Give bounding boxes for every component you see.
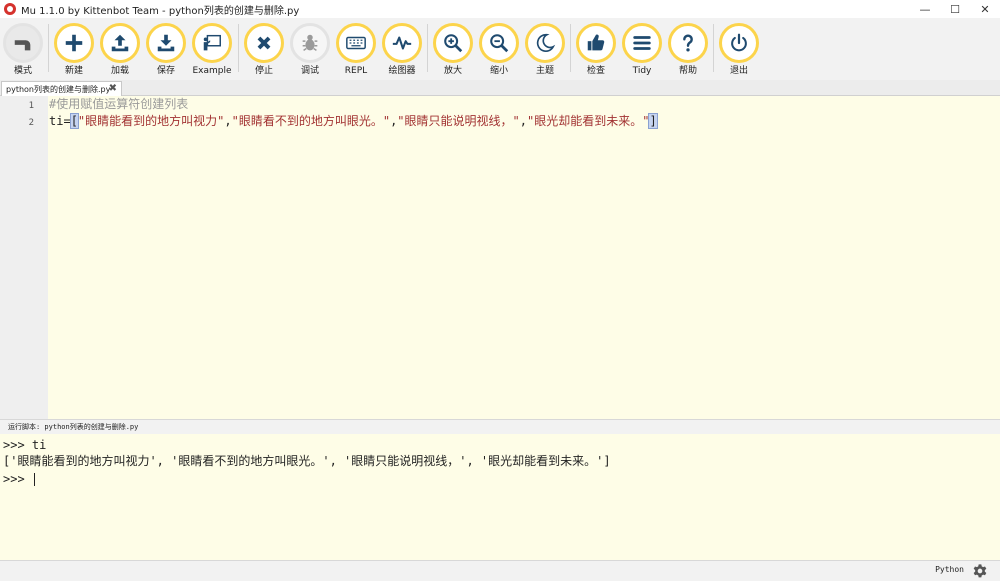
keyboard-icon [336,23,376,63]
help-label: 帮助 [678,66,697,76]
upload-icon [100,23,140,63]
pulse-icon [382,23,422,63]
mode-icon [3,23,43,63]
bug-icon [290,23,330,63]
power-icon [719,23,759,63]
new-button[interactable]: 新建 [49,23,99,81]
plotter-label: 绘图器 [388,66,416,76]
string-token: "眼睛看不到的地方叫眼光。" [231,114,391,128]
new-label: 新建 [64,66,83,76]
title-bar: Mu 1.1.0 by Kittenbot Team - python列表的创建… [0,0,1000,18]
code-line-2: ti=["眼睛能看到的地方叫视力","眼睛看不到的地方叫眼光。","眼睛只能说明… [49,113,658,129]
status-bar: Python [0,560,1000,581]
load-label: 加载 [110,66,129,76]
quit-button[interactable]: 退出 [714,23,764,81]
lines-icon [622,23,662,63]
download-icon [146,23,186,63]
check-button[interactable]: 检查 [571,23,621,81]
code-editor[interactable]: 1 2 #使用赋值运算符创建列表 ti=["眼睛能看到的地方叫视力","眼睛看不… [0,96,1000,419]
load-button[interactable]: 加载 [95,23,145,81]
stop-label: 停止 [254,66,273,76]
example-button[interactable]: Example [187,23,237,81]
plus-icon [54,23,94,63]
mode-button[interactable]: 模式 [0,23,48,81]
maximize-button[interactable]: ☐ [940,0,970,18]
tidy-label: Tidy [632,66,652,76]
code-line-1: #使用赋值运算符创建列表 [49,97,189,111]
zoom-in-icon [433,23,473,63]
tidy-button[interactable]: Tidy [617,23,667,81]
repl-prompt: >>> [3,472,32,486]
text-cursor [33,473,35,486]
zoom-out-label: 缩小 [489,66,508,76]
quit-label: 退出 [729,66,748,76]
moon-icon [525,23,565,63]
mu-app-icon [4,3,16,15]
code-token: , [519,114,527,128]
stop-button[interactable]: 停止 [239,23,289,81]
runner-label: 运行脚本: python列表的创建与删除.py [0,419,1000,434]
tab-label: python列表的创建与删除.py [6,84,111,94]
repl-prompt-line[interactable]: >>> [3,471,35,487]
repl-output-line: ['眼睛能看到的地方叫视力', '眼睛看不到的地方叫眼光。', '眼睛只能说明视… [3,454,611,468]
mode-label: 模式 [13,66,32,76]
zoom-in-button[interactable]: 放大 [428,23,478,81]
toolbar: 模式 新建 加载 保存 Example 停止 调试 REPL 绘图器 放大 缩小… [0,18,1000,80]
debug-label: 调试 [300,66,319,76]
example-label: Example [192,66,232,76]
tab-close-icon[interactable]: ✖ [109,83,117,94]
code-token: , [224,114,232,128]
line-number: 2 [28,118,34,128]
plotter-button[interactable]: 绘图器 [377,23,427,81]
gear-icon[interactable] [972,563,988,579]
x-icon [244,23,284,63]
line-number: 1 [28,101,34,111]
check-label: 检查 [586,66,605,76]
repl-pane[interactable]: >>> ti ['眼睛能看到的地方叫视力', '眼睛看不到的地方叫眼光。', '… [0,434,1000,560]
thumbs-up-icon [576,23,616,63]
question-icon [668,23,708,63]
repl-button[interactable]: REPL [331,23,381,81]
bracket-highlight: [ [69,113,79,129]
string-token: "眼睛能看到的地方叫视力" [77,114,225,128]
theme-label: 主题 [535,66,554,76]
repl-input-line: >>> ti [3,438,47,452]
tab-bar: python列表的创建与删除.py ✖ [0,80,1000,96]
help-button[interactable]: 帮助 [663,23,713,81]
zoom-out-icon [479,23,519,63]
string-token: "眼光却能看到未来。" [526,114,650,128]
string-token: "眼睛只能说明视线，" [397,114,520,128]
window-title: Mu 1.1.0 by Kittenbot Team - python列表的创建… [21,5,300,17]
bracket-highlight: ] [648,113,658,129]
code-token: ti= [49,114,71,128]
window-controls: — ☐ ✕ [910,0,1000,18]
save-label: 保存 [156,66,175,76]
zoom-in-label: 放大 [443,66,462,76]
close-button[interactable]: ✕ [970,0,1000,18]
tab-python-file[interactable]: python列表的创建与删除.py ✖ [1,81,122,96]
save-button[interactable]: 保存 [141,23,191,81]
presentation-icon [192,23,232,63]
minimize-button[interactable]: — [910,0,940,18]
mode-indicator[interactable]: Python [935,565,964,574]
zoom-out-button[interactable]: 缩小 [474,23,524,81]
theme-button[interactable]: 主题 [520,23,570,81]
debug-button[interactable]: 调试 [285,23,335,81]
line-number-gutter: 1 2 [0,96,48,419]
repl-label: REPL [344,66,368,76]
